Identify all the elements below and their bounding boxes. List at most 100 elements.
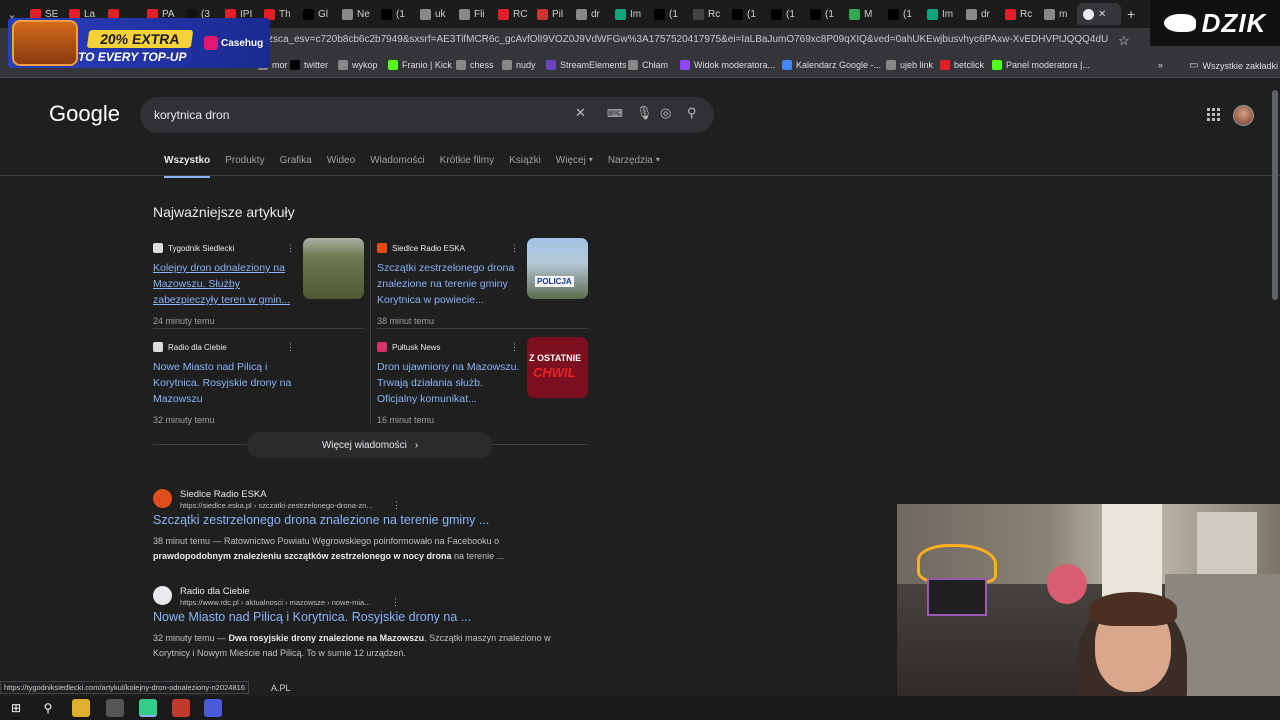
bookmark-item[interactable]: Panel moderatora |...	[992, 60, 1090, 70]
browser-tab[interactable]: (1	[726, 3, 765, 25]
all-bookmarks-folder[interactable]: ▭ Wszystkie zakładki	[1189, 60, 1278, 71]
browser-tab[interactable]: (1	[375, 3, 414, 25]
browser-tab[interactable]: (1	[765, 3, 804, 25]
tab-favicon-icon	[576, 8, 587, 20]
browser-tab[interactable]: Fli	[453, 3, 492, 25]
google-favicon-icon	[1083, 8, 1094, 20]
story-time: 38 minut temu	[377, 316, 435, 326]
more-options-icon[interactable]: ⋮	[286, 342, 295, 353]
bookmark-star-icon[interactable]: ☆	[1118, 33, 1130, 49]
browser-tab[interactable]: Rc	[999, 3, 1038, 25]
story-divider	[153, 328, 364, 329]
all-bookmarks-label: Wszystkie zakładki	[1202, 60, 1278, 71]
bookmark-label: wykop	[352, 60, 378, 70]
bookmark-item[interactable]: nudy	[502, 60, 536, 70]
story-title[interactable]: Szczątki zestrzelonego drona znalezione …	[377, 260, 522, 308]
lens-icon[interactable]: ◎	[660, 105, 671, 121]
browser-tab[interactable]: RC	[492, 3, 531, 25]
story-title[interactable]: Dron ujawniony na Mazowszu. Trwają dział…	[377, 359, 522, 407]
search-result: Radio dla Ciebie https://www.rdc.pl › akt…	[153, 586, 673, 666]
account-avatar[interactable]	[1233, 105, 1254, 126]
more-news-button[interactable]: Więcej wiadomości ›	[247, 432, 493, 458]
browser-tab[interactable]: (1	[804, 3, 843, 25]
more-options-icon[interactable]: ⋮	[391, 597, 400, 608]
new-tab-button[interactable]: +	[1127, 6, 1135, 22]
top-story-card[interactable]: Siedlce Radio ESKA ⋮ Szczątki zestrzeloneg…	[377, 238, 589, 335]
browser-tab[interactable]: Rc	[687, 3, 726, 25]
more-options-icon[interactable]: ⋮	[510, 243, 519, 254]
result-title[interactable]: Szczątki zestrzelonego drona znalezione …	[153, 513, 489, 527]
browser-tab[interactable]: dr	[570, 3, 609, 25]
app-red-icon[interactable]	[172, 699, 190, 717]
tab-favicon-icon	[498, 8, 509, 20]
result-site-name[interactable]: Radio dla Ciebie	[180, 586, 250, 597]
tab-label: Gl	[318, 8, 328, 20]
top-story-card[interactable]: Pułtusk News ⋮ Dron ujawniony na Mazowszu.…	[377, 337, 589, 434]
bookmark-item[interactable]: Franio | Kick	[388, 60, 452, 70]
close-tab-icon[interactable]: ✕	[1098, 9, 1106, 20]
chevron-right-icon: ›	[414, 439, 419, 451]
bookmark-item[interactable]: Widok moderatora...	[680, 60, 775, 70]
chrome-icon[interactable]	[139, 699, 157, 717]
bookmark-item[interactable]: ujeb link	[886, 60, 933, 70]
result-url[interactable]: https://siedlce.eska.pl › szczatki-zestr…	[180, 501, 373, 510]
browser-tab[interactable]: Ne	[336, 3, 375, 25]
top-story-card[interactable]: Tygodnik Siedlecki ⋮ Kolejny dron odnalezi…	[153, 238, 365, 335]
result-title[interactable]: Nowe Miasto nad Pilicą i Korytnica. Rosy…	[153, 610, 471, 624]
more-options-icon[interactable]: ⋮	[392, 500, 401, 511]
google-apps-icon[interactable]	[1207, 108, 1220, 121]
search-icon[interactable]: ⚲	[687, 105, 697, 121]
google-logo[interactable]: Google	[49, 101, 120, 127]
story-title[interactable]: Nowe Miasto nad Pilicą i Korytnica. Rosy…	[153, 359, 298, 407]
bookmark-item[interactable]: StreamElements	[546, 60, 627, 70]
browser-tab[interactable]: uk	[414, 3, 453, 25]
bookmark-item[interactable]: Chłam	[628, 60, 668, 70]
search-input[interactable]: korytnica dron	[154, 108, 229, 122]
url-field[interactable]: zsca_esv=c720b8cb6c2b7949&sxsrf=AE3TifMC…	[268, 34, 1108, 45]
browser-tab[interactable]: Pil	[531, 3, 570, 25]
browser-tab[interactable]: Gl	[297, 3, 336, 25]
bookmark-item[interactable]: twitter	[290, 60, 328, 70]
page-scrollbar[interactable]	[1272, 90, 1278, 300]
search-icon[interactable]: ⚲	[39, 699, 57, 717]
clear-icon[interactable]: ✕	[575, 105, 586, 121]
tab-favicon-icon	[771, 8, 782, 20]
top-story-card[interactable]: Radio dla Ciebie ⋮ Nowe Miasto nad Pilicą …	[153, 342, 365, 434]
keyboard-icon[interactable]: ⌨	[607, 107, 623, 120]
more-options-icon[interactable]: ⋮	[510, 342, 519, 353]
browser-tab[interactable]: (1	[648, 3, 687, 25]
tab-favicon-icon	[810, 8, 821, 20]
more-options-icon[interactable]: ⋮	[286, 243, 295, 254]
plush-toy	[1047, 564, 1087, 604]
tab-favicon-icon	[303, 8, 314, 20]
file-explorer-icon[interactable]	[72, 699, 90, 717]
bookmark-item[interactable]: betclick	[940, 60, 984, 70]
bookmarks-overflow-button[interactable]: »	[1158, 60, 1163, 70]
bookmark-favicon-icon	[502, 60, 512, 70]
story-title[interactable]: Kolejny dron odnaleziony na Mazowszu. Sł…	[153, 260, 298, 308]
microphone-icon[interactable]: 🎙	[636, 105, 653, 121]
bookmark-item[interactable]: wykop	[338, 60, 378, 70]
bookmark-item[interactable]: chess	[456, 60, 494, 70]
result-site-name[interactable]: Siedlce Radio ESKA	[180, 489, 267, 500]
result-url[interactable]: https://www.rdc.pl › aktualnosci › mazow…	[180, 598, 370, 607]
bookmark-item[interactable]: Kalendarz Google -...	[782, 60, 881, 70]
browser-tab[interactable]: M	[843, 3, 882, 25]
browser-tab[interactable]: m	[1038, 3, 1077, 25]
casehug-promo-banner: 20% EXTRA TO EVERY TOP-UP Casehug	[8, 18, 270, 68]
tab-favicon-icon	[537, 8, 548, 20]
windows-start-icon[interactable]: ⊞	[7, 699, 25, 717]
promo-headline: 20% EXTRA	[86, 30, 194, 48]
bookmark-favicon-icon	[886, 60, 896, 70]
browser-tab[interactable]: dr	[960, 3, 999, 25]
browser-tab-active[interactable]: ✕	[1077, 3, 1121, 25]
browser-tab[interactable]: Im	[609, 3, 648, 25]
promo-subline: TO EVERY TOP-UP	[78, 50, 187, 64]
snippet-text: na terenie ...	[451, 551, 505, 561]
story-source-label: Radio dla Ciebie	[168, 342, 227, 352]
browser-tab[interactable]: (1	[882, 3, 921, 25]
tab-favicon-icon	[1044, 8, 1055, 20]
chrome-profile-icon[interactable]	[204, 699, 222, 717]
browser-tab[interactable]: Im	[921, 3, 960, 25]
app-icon[interactable]	[106, 699, 124, 717]
